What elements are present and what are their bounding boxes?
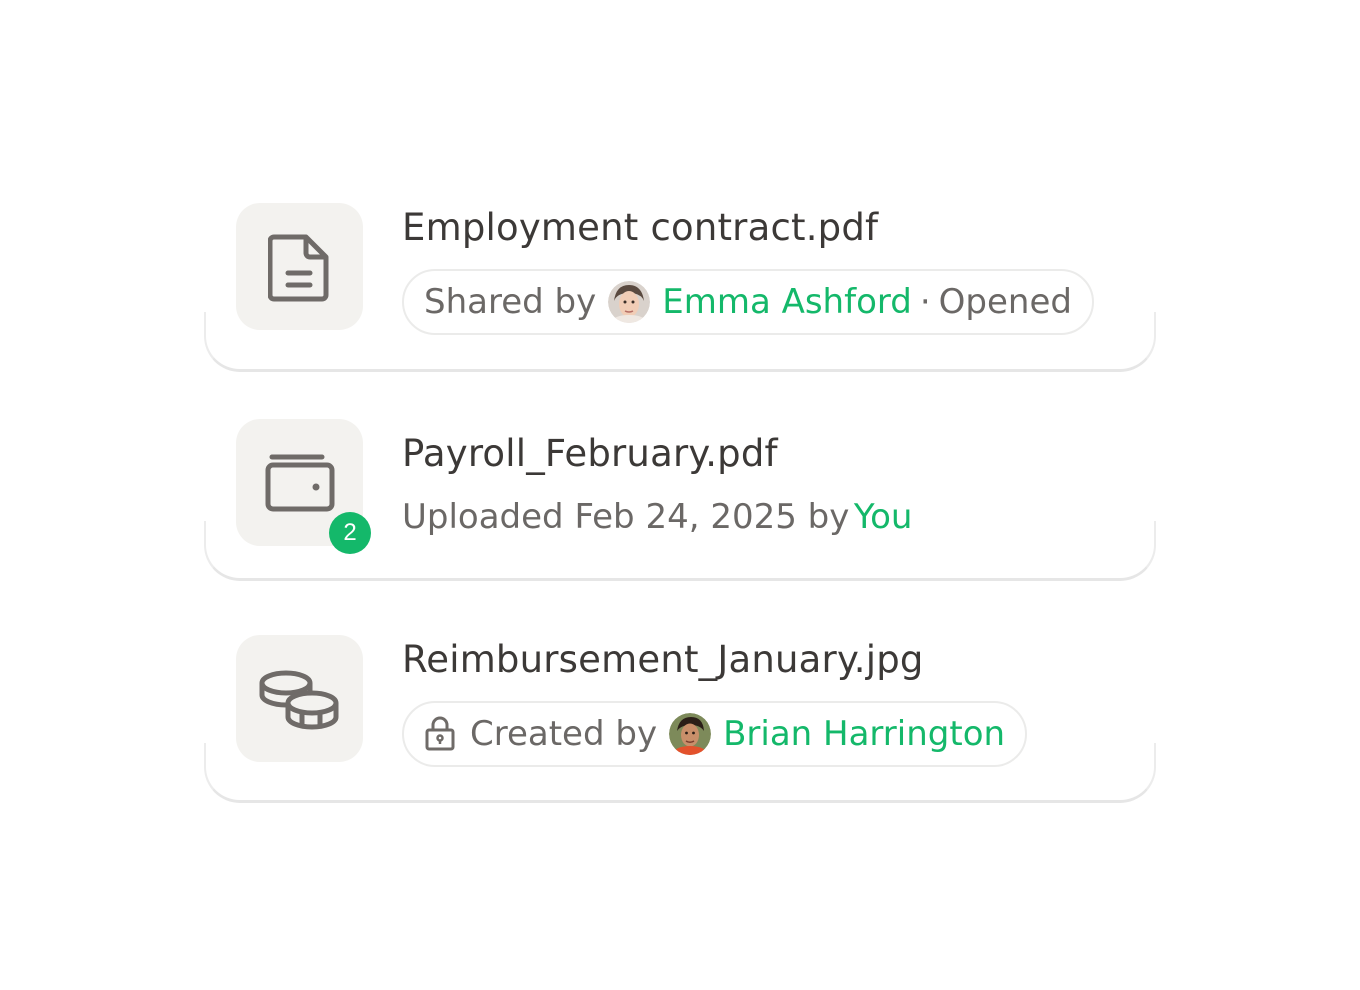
meta-prefix: Uploaded Feb 24, 2025 by (402, 497, 850, 537)
status-text: Opened (938, 282, 1072, 322)
creator-link[interactable]: Brian Harrington (723, 714, 1005, 754)
file-name[interactable]: Payroll_February.pdf (402, 432, 778, 475)
notification-count-badge: 2 (329, 512, 371, 554)
file-type-tile (236, 635, 363, 762)
avatar (608, 281, 651, 323)
meta-prefix: Created by (470, 714, 658, 754)
document-icon (267, 234, 328, 301)
coins-icon (259, 670, 338, 729)
upload-meta: Uploaded Feb 24, 2025 by You (402, 497, 912, 537)
uploader-link[interactable]: You (854, 497, 913, 537)
file-name[interactable]: Employment contract.pdf (402, 206, 878, 249)
separator-dot: · (919, 282, 931, 322)
lock-icon (424, 716, 456, 752)
file-type-tile (236, 203, 363, 330)
shared-by-person-link[interactable]: Emma Ashford (662, 282, 912, 322)
wallet-icon (265, 454, 334, 511)
meta-prefix: Shared by (424, 282, 597, 322)
created-by-pill[interactable]: Created by Brian Harrington (402, 701, 1028, 767)
document-list: Employment contract.pdf Shared by Emma A… (0, 0, 1360, 990)
file-name[interactable]: Reimbursement_January.jpg (402, 638, 924, 681)
shared-by-pill[interactable]: Shared by Emma Ashford · Opened (402, 269, 1094, 335)
avatar (669, 713, 712, 755)
